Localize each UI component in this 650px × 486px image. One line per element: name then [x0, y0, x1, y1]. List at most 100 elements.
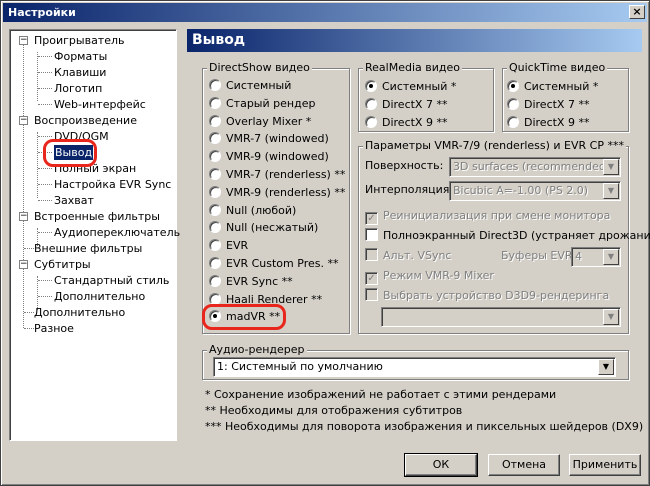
radio-icon[interactable]: [209, 132, 221, 145]
footnote: *** Необходимы для поворота изображения …: [205, 420, 644, 433]
surface-value: 3D surfaces (recommended) **: [453, 160, 621, 173]
d3d9-device-select[interactable]: ▼: [381, 307, 621, 327]
radio-icon[interactable]: [209, 292, 221, 305]
directshow-group-label: DirectShow видео: [207, 61, 312, 74]
directshow-option[interactable]: VMR-7 (windowed): [209, 131, 329, 147]
realmedia-option[interactable]: Системный *: [365, 79, 456, 95]
quicktime-option[interactable]: Системный *: [507, 79, 598, 95]
check-icon[interactable]: ✓: [365, 212, 378, 225]
footnote: * Сохранение изображений не работает с э…: [205, 388, 557, 401]
radio-icon[interactable]: [209, 257, 221, 269]
radio-icon[interactable]: [209, 185, 221, 198]
apply-button[interactable]: Применить: [569, 454, 641, 476]
directshow-option[interactable]: VMR-9 (renderless) **: [209, 185, 345, 201]
directshow-option[interactable]: Системный: [209, 78, 291, 94]
directshow-option[interactable]: VMR-7 (renderless) **: [209, 167, 345, 183]
reinit-checkbox[interactable]: ✓ Реинициализация при смене монитора: [365, 208, 611, 225]
quicktime-option[interactable]: DirectX 7 **: [507, 97, 589, 113]
option-label: Старый рендер: [226, 96, 316, 110]
audio-renderer-select[interactable]: 1: Системный по умолчанию ▼: [213, 357, 616, 377]
highlight-mark: [202, 304, 286, 331]
checkbox-icon[interactable]: [365, 248, 378, 261]
option-label: Системный *: [524, 80, 599, 93]
directshow-option[interactable]: VMR-9 (windowed): [209, 149, 329, 165]
reinit-label: Реинициализация при смене монитора: [383, 209, 611, 222]
footnote: ** Необходимы для отображения субтитров: [205, 404, 463, 417]
radio-icon[interactable]: [209, 203, 221, 216]
realmedia-option[interactable]: DirectX 9 **: [365, 115, 447, 131]
tree-item-evr-sync[interactable]: Настройка EVR Sync: [54, 177, 171, 192]
tree-item-formats[interactable]: Форматы: [54, 49, 107, 64]
tree-item-web[interactable]: Web-интерфейс: [54, 97, 146, 112]
tree-item-default-style[interactable]: Стандартный стиль: [54, 273, 169, 288]
vmr9-mixer-checkbox[interactable]: ✓ Режим VMR-9 Mixer: [365, 268, 494, 285]
vmr-params-group-label: Параметры VMR-7/9 (renderless) и EVR CP …: [363, 139, 626, 152]
radio-icon[interactable]: [209, 221, 221, 234]
tree-line: [38, 184, 52, 185]
evr-buffers-label: Буферы EVR:: [501, 249, 576, 262]
tree-item-subtitles[interactable]: Субтитры: [34, 257, 91, 272]
radio-icon[interactable]: [365, 80, 377, 92]
tree-item-advanced[interactable]: Дополнительно: [34, 305, 125, 320]
tree-item-misc[interactable]: Разное: [34, 321, 74, 336]
fullscreen-d3d-checkbox[interactable]: Полноэкранный Direct3D (устраняет дрожан…: [365, 228, 650, 244]
tree-line: [38, 296, 52, 297]
interp-select[interactable]: Bicubic A=-1.00 (PS 2.0) ▼: [449, 181, 621, 201]
tree-item-external-filters[interactable]: Внешние фильтры: [34, 241, 142, 256]
tree-item-logo[interactable]: Логотип: [54, 81, 102, 96]
close-button[interactable]: ×: [629, 5, 645, 19]
tree-item-player[interactable]: Проигрыватель: [34, 33, 125, 48]
settings-window: Настройки × − Проигрыватель Форматы Клав…: [0, 0, 650, 486]
surface-select[interactable]: 3D surfaces (recommended) ** ▼: [449, 157, 621, 177]
realmedia-option[interactable]: DirectX 7 **: [365, 97, 447, 113]
checkbox-icon[interactable]: [365, 228, 378, 241]
directshow-option[interactable]: EVR Custom Pres. **: [209, 256, 338, 272]
radio-icon[interactable]: [209, 96, 221, 109]
radio-icon[interactable]: [209, 274, 221, 287]
ok-button[interactable]: ОК: [404, 453, 478, 477]
checkbox-icon[interactable]: [365, 288, 378, 301]
tree-line: [38, 104, 52, 105]
evr-buffers-select[interactable]: 4 ▼: [571, 247, 621, 267]
tree-line: [37, 52, 38, 101]
radio-icon[interactable]: [209, 150, 221, 163]
tree-line: [38, 72, 52, 73]
cancel-button[interactable]: Отмена: [488, 454, 560, 476]
quicktime-option[interactable]: DirectX 9 **: [507, 115, 589, 131]
radio-icon[interactable]: [507, 80, 519, 92]
directshow-option[interactable]: EVR: [209, 238, 248, 254]
tree-item-audio-switcher[interactable]: Аудиопереключатель: [54, 225, 180, 240]
directshow-option[interactable]: Overlay Mixer *: [209, 114, 311, 130]
radio-icon[interactable]: [365, 116, 377, 128]
d3d9-device-checkbox[interactable]: Выбрать устройство D3D9-рендеринга: [365, 288, 609, 304]
alt-vsync-checkbox[interactable]: Альт. VSync: [365, 248, 451, 264]
radio-icon[interactable]: [209, 239, 221, 252]
radio-icon[interactable]: [209, 114, 221, 127]
radio-icon[interactable]: [365, 98, 377, 110]
check-icon[interactable]: ✓: [365, 272, 378, 285]
directshow-option[interactable]: Null (несжатый): [209, 220, 318, 236]
tree-item-capture[interactable]: Захват: [54, 193, 94, 208]
radio-icon[interactable]: [209, 168, 221, 180]
collapse-icon[interactable]: −: [19, 260, 28, 269]
radio-icon[interactable]: [507, 98, 519, 110]
radio-icon[interactable]: [209, 79, 221, 91]
collapse-icon[interactable]: −: [19, 212, 28, 221]
collapse-icon[interactable]: −: [19, 116, 28, 125]
highlight-mark: [43, 139, 97, 167]
tree-item-subtitles-advanced[interactable]: Дополнительно: [54, 289, 145, 304]
directshow-option[interactable]: Старый рендер: [209, 96, 315, 112]
option-label: DirectX 9 **: [524, 116, 590, 129]
directshow-option[interactable]: Null (любой): [209, 203, 296, 219]
settings-tree[interactable]: − Проигрыватель Форматы Клавиши Логотип …: [9, 29, 180, 441]
option-label: EVR Custom Pres. **: [226, 257, 339, 270]
directshow-option[interactable]: EVR Sync **: [209, 274, 293, 290]
tree-item-internal-filters[interactable]: Встроенные фильтры: [34, 209, 160, 224]
tree-line: [38, 200, 52, 201]
collapse-icon[interactable]: −: [19, 36, 28, 45]
tree-item-playback[interactable]: Воспроизведение: [34, 113, 137, 128]
tree-item-keys[interactable]: Клавиши: [54, 65, 106, 80]
tree-line: [38, 136, 52, 137]
quicktime-group-label: QuickTime видео: [507, 61, 608, 74]
radio-icon[interactable]: [507, 116, 519, 128]
